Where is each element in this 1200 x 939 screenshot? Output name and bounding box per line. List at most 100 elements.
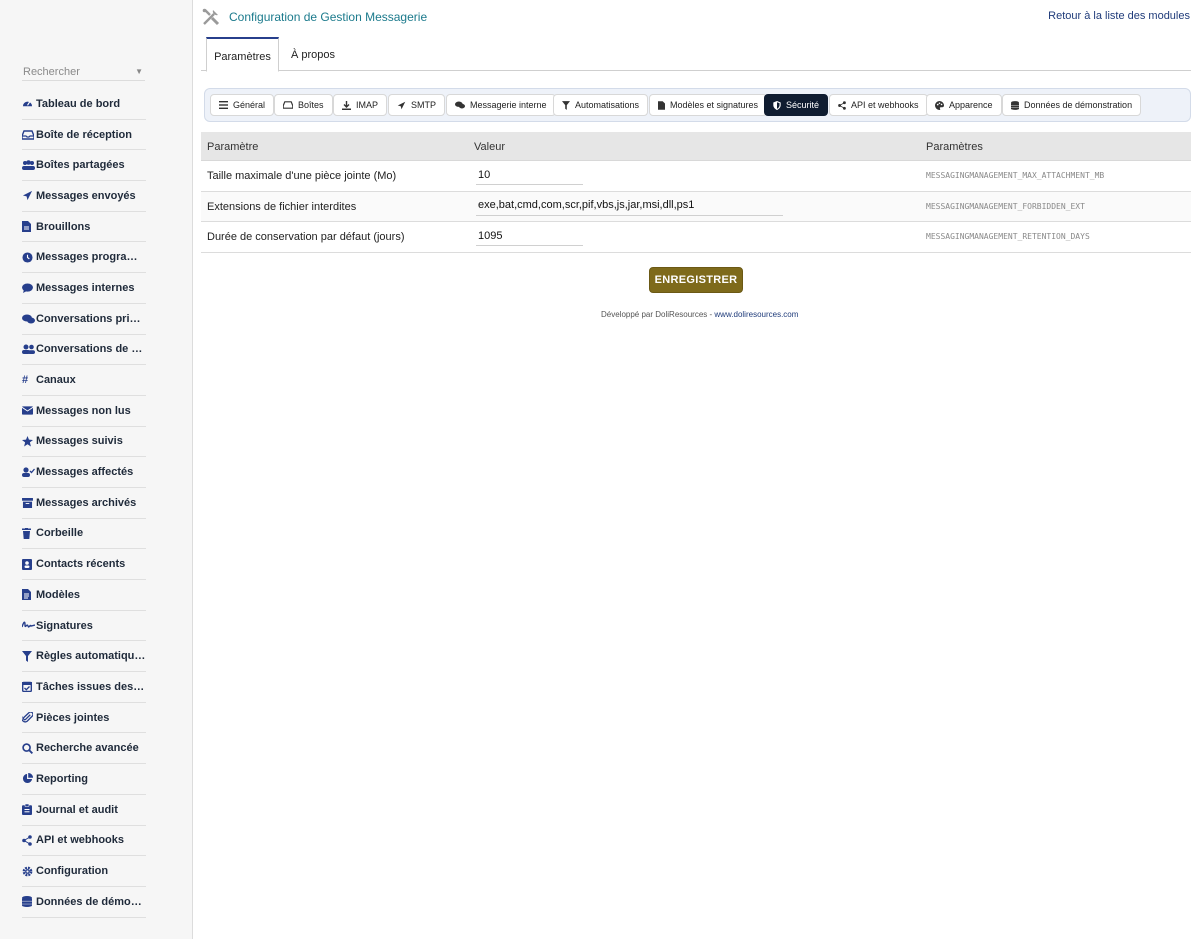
subtab-messagerie-interne[interactable]: Messagerie interne [446, 94, 556, 116]
sidebar-item-demo-data[interactable]: Données de démons… [22, 887, 146, 918]
sidebar-item-archived[interactable]: Messages archivés [22, 488, 146, 519]
inbox-icon [22, 129, 35, 141]
max-attachment-size-input[interactable] [476, 165, 583, 185]
sidebar-item-label: Journal et audit [36, 803, 118, 816]
subtab-label: Modèles et signatures [670, 100, 759, 110]
subtab-apparence[interactable]: Apparence [926, 94, 1002, 116]
sidebar-item-group-conversations[interactable]: Conversations de gr… [22, 335, 146, 366]
search-select[interactable]: Rechercher ▼ [22, 61, 145, 81]
dashboard-icon [22, 98, 35, 110]
sidebar-item-label: Conversations de gr… [36, 343, 146, 356]
trash-icon [22, 527, 35, 539]
sidebar-item-reporting[interactable]: Reporting [22, 764, 146, 795]
sidebar-item-inbox[interactable]: Boîte de réception [22, 120, 146, 151]
sidebar-item-label: Messages suivis [36, 435, 123, 448]
sidebar-item-label: Conversations privées [36, 312, 146, 325]
sidebar-item-shared-boxes[interactable]: Boîtes partagées [22, 150, 146, 182]
subtab-automatisations[interactable]: Automatisations [553, 94, 649, 116]
sidebar-item-api-webhooks[interactable]: API et webhooks [22, 826, 146, 857]
sidebar-item-audit-log[interactable]: Journal et audit [22, 795, 146, 826]
subtab-label: Sécurité [786, 100, 820, 110]
sidebar-item-label: Messages programm… [36, 251, 146, 264]
filter-icon [562, 100, 570, 110]
sidebar-item-label: Messages affectés [36, 466, 134, 479]
subtab-imap[interactable]: IMAP [333, 94, 388, 116]
back-to-modules-link[interactable]: Retour à la liste des modules [1048, 10, 1190, 22]
sidebar-item-internal[interactable]: Messages internes [22, 273, 146, 304]
sidebar-item-assigned[interactable]: Messages affectés [22, 457, 146, 488]
sidebar-item-signatures[interactable]: Signatures [22, 611, 146, 642]
forbidden-extensions-input[interactable] [476, 195, 783, 216]
column-header-parametres: Paramètres [926, 141, 983, 153]
sidebar-item-recent-contacts[interactable]: Contacts récents [22, 549, 146, 580]
sidebar-item-sent[interactable]: Messages envoyés [22, 181, 146, 212]
tab-parametres[interactable]: Paramètres [206, 37, 279, 72]
sidebar-item-automatic-rules[interactable]: Règles automatiques [22, 641, 146, 673]
subtab-label: Apparence [949, 100, 993, 110]
sidebar-item-private-conversations[interactable]: Conversations privées [22, 304, 146, 335]
sidebar-item-tasks[interactable]: Tâches issues des … [22, 672, 146, 703]
paper-plane-icon [397, 101, 406, 110]
chevron-down-icon: ▼ [135, 67, 143, 76]
sidebar-item-label: Messages archivés [36, 496, 137, 509]
parameter-name: Extensions de fichier interdites [207, 200, 357, 213]
main-tabs: Paramètres À propos [201, 37, 1191, 72]
sidebar-item-dashboard[interactable]: Tableau de bord [22, 89, 146, 120]
sidebar-item-unread[interactable]: Messages non lus [22, 396, 146, 427]
sidebar-item-label: Messages internes [36, 281, 135, 294]
save-button[interactable]: ENREGISTRER [649, 267, 743, 293]
sidebar-item-label: Pièces jointes [36, 711, 110, 724]
sidebar-item-label: Boîte de réception [36, 128, 132, 141]
sidebar-item-label: Messages envoyés [36, 189, 136, 202]
retention-days-input[interactable] [476, 226, 583, 246]
subtab-smtp[interactable]: SMTP [388, 94, 446, 116]
clipboard-icon [22, 804, 35, 816]
subtab-api-webhooks[interactable]: API et webhooks [829, 94, 928, 116]
table-row: Durée de conservation par défaut (jours)… [201, 222, 1191, 253]
download-icon [342, 100, 351, 110]
shield-icon [773, 100, 781, 110]
sidebar-item-label: Données de démons… [36, 895, 146, 908]
user-group-icon [22, 343, 35, 355]
sidebar-item-attachments[interactable]: Pièces jointes [22, 703, 146, 734]
bars-icon [219, 101, 228, 109]
sidebar-item-label: Recherche avancée [36, 742, 139, 755]
tab-a-propos[interactable]: À propos [291, 37, 335, 71]
palette-icon [935, 100, 944, 110]
gear-icon [22, 865, 35, 877]
sidebar-item-drafts[interactable]: Brouillons [22, 212, 146, 243]
parameter-name: Taille maximale d'une pièce jointe (Mo) [207, 170, 397, 182]
sidebar-item-label: Canaux [36, 374, 76, 387]
sidebar-item-templates[interactable]: Modèles [22, 580, 146, 611]
subtab-label: IMAP [356, 100, 379, 110]
table-row: Extensions de fichier interdites MESSAGI… [201, 191, 1191, 222]
sidebar-item-label: Messages non lus [36, 404, 131, 417]
doliresources-link[interactable]: www.doliresources.com [714, 310, 798, 319]
search-icon [22, 742, 35, 754]
subtab-donnees-demo[interactable]: Données de démonstration [1002, 94, 1142, 116]
subtab-label: Boîtes [298, 100, 324, 110]
sidebar-item-trash[interactable]: Corbeille [22, 519, 146, 550]
file-alt-icon [22, 589, 35, 601]
sidebar-nav: Tableau de bord Boîte de réception Boîte… [22, 89, 146, 918]
subtab-modeles-signatures[interactable]: Modèles et signatures [649, 94, 768, 116]
subtab-general[interactable]: Général [210, 94, 275, 116]
sidebar-item-channels[interactable]: # Canaux [22, 365, 146, 396]
database-icon [1011, 100, 1019, 110]
page-title: Configuration de Gestion Messagerie [229, 10, 428, 24]
subtab-securite[interactable]: Sécurité [764, 94, 829, 116]
file-icon [658, 100, 665, 110]
sidebar-item-configuration[interactable]: Configuration [22, 856, 146, 887]
share-icon [22, 834, 35, 846]
footer: Développé par DoliResources - www.dolire… [601, 310, 798, 319]
table-row: Taille maximale d'une pièce jointe (Mo) … [201, 161, 1191, 192]
sidebar-item-scheduled[interactable]: Messages programm… [22, 242, 146, 274]
subtab-boites[interactable]: Boîtes [274, 94, 333, 116]
sidebar-item-label: Tableau de bord [36, 97, 121, 110]
filter-icon [22, 650, 35, 662]
tasks-icon [22, 681, 35, 693]
sidebar-item-followed[interactable]: Messages suivis [22, 427, 146, 458]
paperclip-icon [22, 712, 35, 724]
sidebar-item-advanced-search[interactable]: Recherche avancée [22, 733, 146, 765]
parameter-key: MESSAGINGMANAGEMENT_RETENTION_DAYS [926, 232, 1090, 241]
